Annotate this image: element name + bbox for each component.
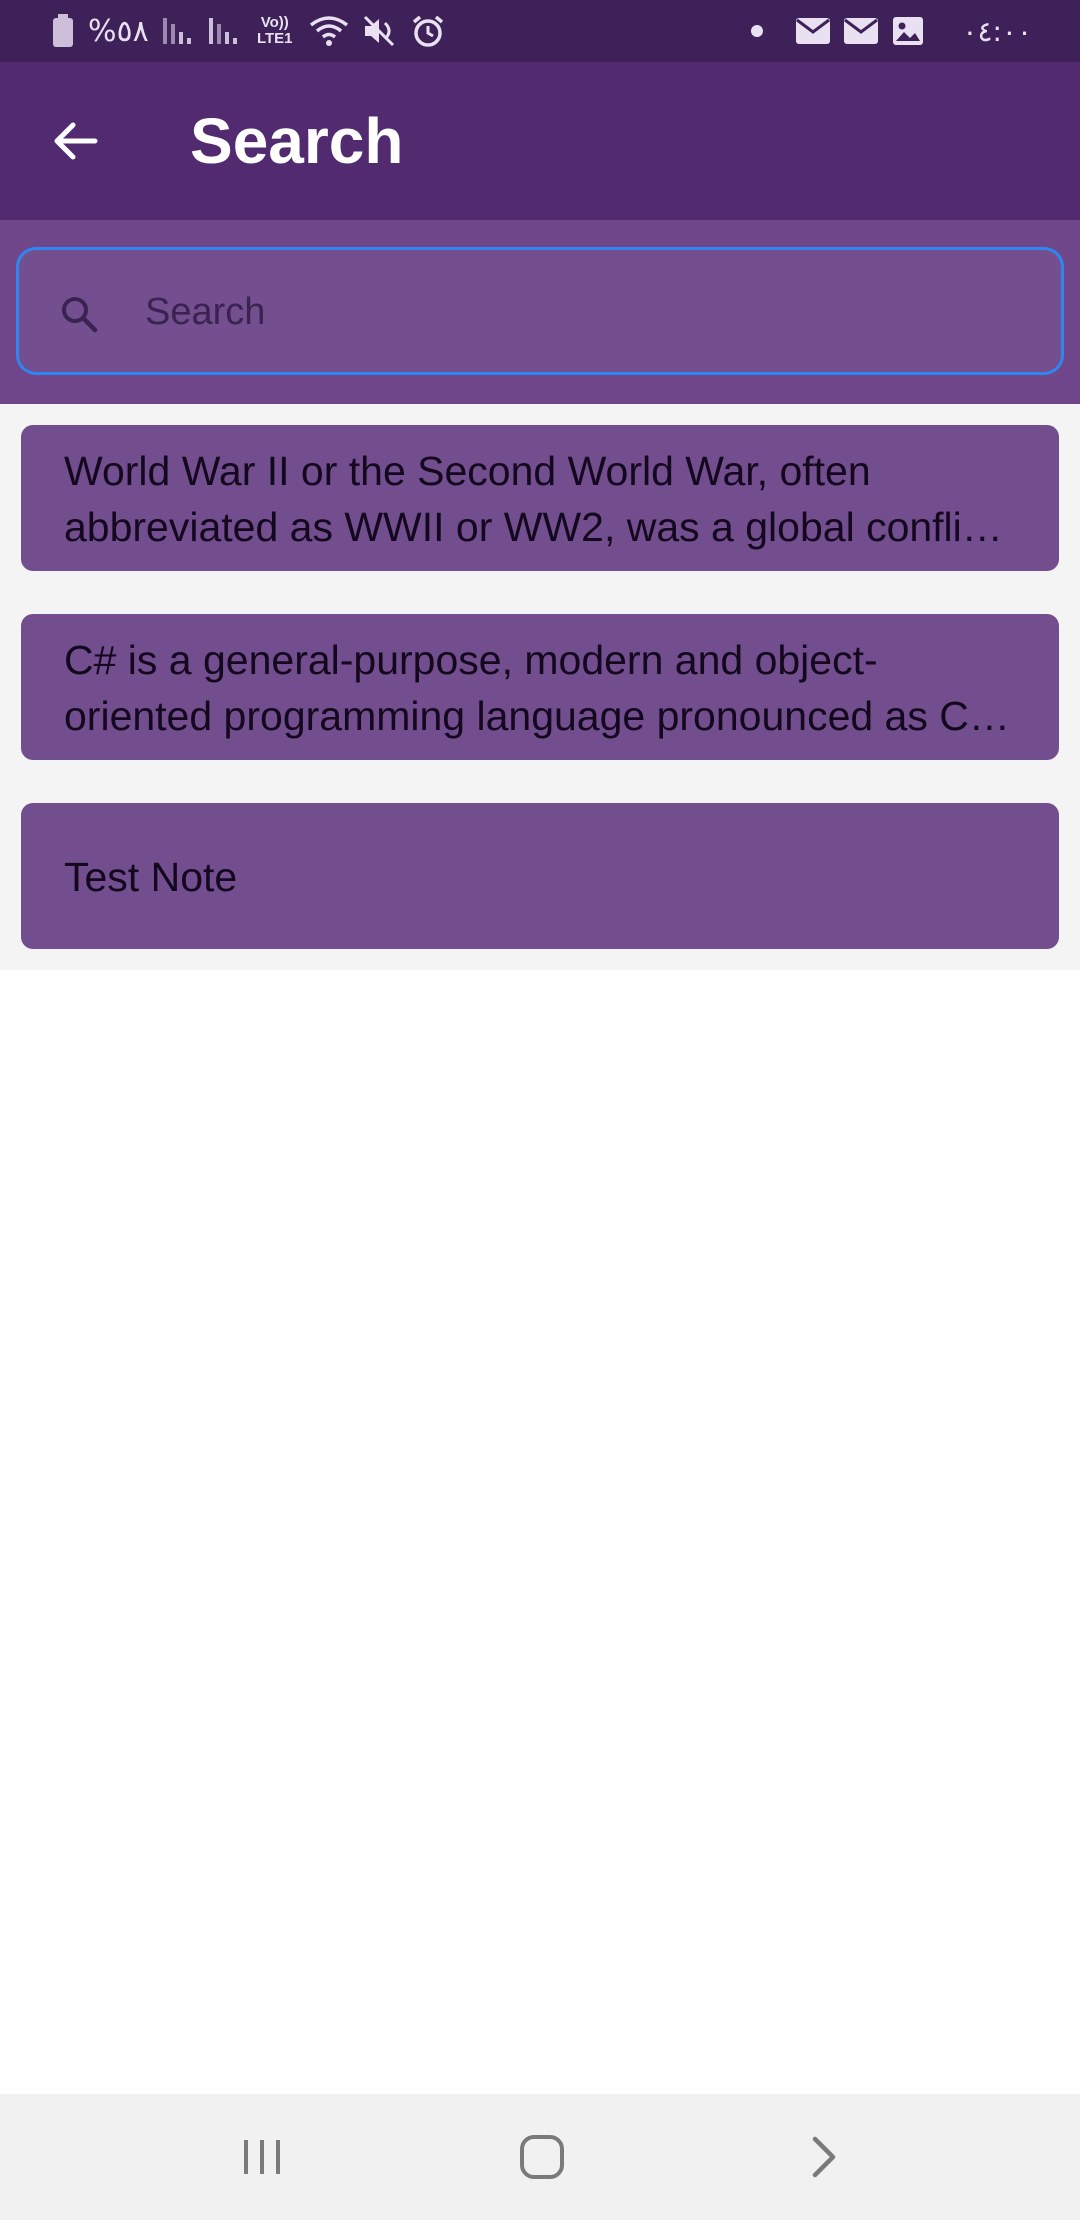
search-area (0, 220, 1080, 404)
navigation-bar (0, 2094, 1080, 2220)
note-card[interactable]: Test Note (21, 803, 1059, 949)
note-text: World War II or the Second World War, of… (64, 448, 994, 550)
home-icon (520, 2135, 564, 2179)
status-left: %٥٨ Vo)) LTE1 (52, 11, 445, 51)
chevron-right-icon (812, 2136, 836, 2178)
mail-icon (796, 11, 831, 51)
search-input[interactable] (143, 270, 1027, 354)
dot-icon (750, 11, 764, 51)
page-title: Search (190, 105, 404, 177)
arrow-left-icon (54, 122, 98, 160)
note-card[interactable]: C# is a general-purpose, modern and obje… (21, 614, 1059, 760)
note-list: World War II or the Second World War, of… (0, 404, 1080, 970)
signal-icon (208, 11, 241, 51)
volte-icon: Vo)) LTE1 (255, 11, 295, 51)
note-text: C# is a general-purpose, modern and obje… (64, 637, 969, 739)
note-text: Test Note (64, 854, 238, 900)
recents-button[interactable] (222, 2124, 302, 2190)
network-label: Vo)) LTE1 (256, 14, 293, 47)
signal-icon (162, 11, 195, 51)
back-nav-button[interactable] (784, 2124, 864, 2190)
status-time: ٠٤:٠٠ (962, 14, 1032, 48)
app-bar: Search (0, 62, 1080, 220)
mute-icon (363, 11, 397, 51)
note-card[interactable]: World War II or the Second World War, of… (21, 425, 1059, 571)
search-icon (62, 297, 98, 333)
mail-icon (844, 11, 879, 51)
battery-percentage: %٥٨ (88, 13, 149, 49)
search-screen: %٥٨ Vo)) LTE1 ٠٤:٠٠ Search Search World … (0, 0, 1080, 2220)
wifi-icon (309, 11, 349, 51)
status-right: ٠٤:٠٠ (750, 11, 1032, 51)
status-bar: %٥٨ Vo)) LTE1 ٠٤:٠٠ (0, 0, 1080, 62)
image-icon (892, 11, 924, 51)
battery-icon (52, 11, 74, 51)
home-button[interactable] (502, 2124, 582, 2190)
back-button[interactable] (44, 110, 106, 172)
alarm-icon (411, 11, 445, 51)
recents-icon (244, 2140, 280, 2174)
search-box[interactable] (16, 247, 1064, 375)
